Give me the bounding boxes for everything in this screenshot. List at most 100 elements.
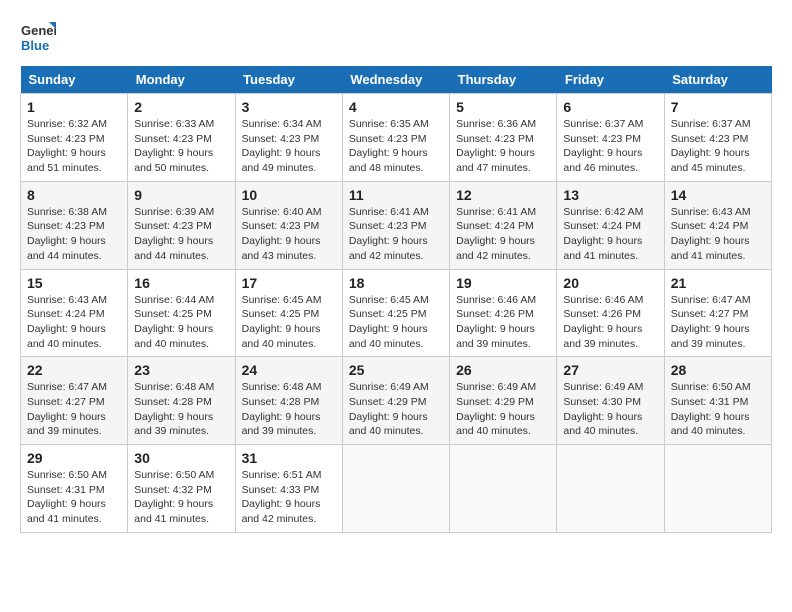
day-cell: 13 Sunrise: 6:42 AMSunset: 4:24 PMDaylig… xyxy=(557,181,664,269)
day-number: 24 xyxy=(242,362,336,378)
day-cell xyxy=(664,445,771,533)
day-cell: 23 Sunrise: 6:48 AMSunset: 4:28 PMDaylig… xyxy=(128,357,235,445)
day-number: 1 xyxy=(27,99,121,115)
day-number: 15 xyxy=(27,275,121,291)
day-info: Sunrise: 6:40 AMSunset: 4:23 PMDaylight:… xyxy=(242,206,322,262)
day-info: Sunrise: 6:49 AMSunset: 4:30 PMDaylight:… xyxy=(563,381,643,437)
header-saturday: Saturday xyxy=(664,66,771,94)
day-cell: 31 Sunrise: 6:51 AMSunset: 4:33 PMDaylig… xyxy=(235,445,342,533)
day-cell: 18 Sunrise: 6:45 AMSunset: 4:25 PMDaylig… xyxy=(342,269,449,357)
day-cell: 6 Sunrise: 6:37 AMSunset: 4:23 PMDayligh… xyxy=(557,94,664,182)
day-info: Sunrise: 6:34 AMSunset: 4:23 PMDaylight:… xyxy=(242,118,322,174)
day-info: Sunrise: 6:45 AMSunset: 4:25 PMDaylight:… xyxy=(242,294,322,350)
day-info: Sunrise: 6:36 AMSunset: 4:23 PMDaylight:… xyxy=(456,118,536,174)
day-number: 11 xyxy=(349,187,443,203)
day-info: Sunrise: 6:43 AMSunset: 4:24 PMDaylight:… xyxy=(27,294,107,350)
day-info: Sunrise: 6:32 AMSunset: 4:23 PMDaylight:… xyxy=(27,118,107,174)
day-info: Sunrise: 6:46 AMSunset: 4:26 PMDaylight:… xyxy=(456,294,536,350)
day-info: Sunrise: 6:50 AMSunset: 4:32 PMDaylight:… xyxy=(134,469,214,525)
day-number: 21 xyxy=(671,275,765,291)
day-info: Sunrise: 6:41 AMSunset: 4:24 PMDaylight:… xyxy=(456,206,536,262)
day-info: Sunrise: 6:48 AMSunset: 4:28 PMDaylight:… xyxy=(134,381,214,437)
header-thursday: Thursday xyxy=(450,66,557,94)
day-cell: 17 Sunrise: 6:45 AMSunset: 4:25 PMDaylig… xyxy=(235,269,342,357)
day-cell: 11 Sunrise: 6:41 AMSunset: 4:23 PMDaylig… xyxy=(342,181,449,269)
logo-svg: General Blue xyxy=(20,20,56,56)
day-cell: 8 Sunrise: 6:38 AMSunset: 4:23 PMDayligh… xyxy=(21,181,128,269)
day-number: 22 xyxy=(27,362,121,378)
day-cell: 28 Sunrise: 6:50 AMSunset: 4:31 PMDaylig… xyxy=(664,357,771,445)
day-cell: 24 Sunrise: 6:48 AMSunset: 4:28 PMDaylig… xyxy=(235,357,342,445)
calendar-table: SundayMondayTuesdayWednesdayThursdayFrid… xyxy=(20,66,772,533)
day-info: Sunrise: 6:37 AMSunset: 4:23 PMDaylight:… xyxy=(563,118,643,174)
day-cell: 26 Sunrise: 6:49 AMSunset: 4:29 PMDaylig… xyxy=(450,357,557,445)
day-number: 25 xyxy=(349,362,443,378)
week-row-4: 22 Sunrise: 6:47 AMSunset: 4:27 PMDaylig… xyxy=(21,357,772,445)
day-cell: 10 Sunrise: 6:40 AMSunset: 4:23 PMDaylig… xyxy=(235,181,342,269)
day-info: Sunrise: 6:43 AMSunset: 4:24 PMDaylight:… xyxy=(671,206,751,262)
page-header: General Blue xyxy=(20,20,772,56)
day-info: Sunrise: 6:46 AMSunset: 4:26 PMDaylight:… xyxy=(563,294,643,350)
day-info: Sunrise: 6:50 AMSunset: 4:31 PMDaylight:… xyxy=(27,469,107,525)
day-number: 26 xyxy=(456,362,550,378)
day-number: 8 xyxy=(27,187,121,203)
day-number: 20 xyxy=(563,275,657,291)
day-number: 31 xyxy=(242,450,336,466)
day-number: 16 xyxy=(134,275,228,291)
day-cell: 15 Sunrise: 6:43 AMSunset: 4:24 PMDaylig… xyxy=(21,269,128,357)
day-cell: 7 Sunrise: 6:37 AMSunset: 4:23 PMDayligh… xyxy=(664,94,771,182)
day-info: Sunrise: 6:49 AMSunset: 4:29 PMDaylight:… xyxy=(349,381,429,437)
day-cell: 22 Sunrise: 6:47 AMSunset: 4:27 PMDaylig… xyxy=(21,357,128,445)
day-cell: 20 Sunrise: 6:46 AMSunset: 4:26 PMDaylig… xyxy=(557,269,664,357)
day-cell: 16 Sunrise: 6:44 AMSunset: 4:25 PMDaylig… xyxy=(128,269,235,357)
day-cell xyxy=(450,445,557,533)
day-cell: 1 Sunrise: 6:32 AMSunset: 4:23 PMDayligh… xyxy=(21,94,128,182)
day-number: 10 xyxy=(242,187,336,203)
day-number: 27 xyxy=(563,362,657,378)
day-number: 13 xyxy=(563,187,657,203)
header-friday: Friday xyxy=(557,66,664,94)
header-wednesday: Wednesday xyxy=(342,66,449,94)
day-info: Sunrise: 6:51 AMSunset: 4:33 PMDaylight:… xyxy=(242,469,322,525)
day-cell: 9 Sunrise: 6:39 AMSunset: 4:23 PMDayligh… xyxy=(128,181,235,269)
week-row-3: 15 Sunrise: 6:43 AMSunset: 4:24 PMDaylig… xyxy=(21,269,772,357)
day-number: 6 xyxy=(563,99,657,115)
day-info: Sunrise: 6:37 AMSunset: 4:23 PMDaylight:… xyxy=(671,118,751,174)
day-info: Sunrise: 6:41 AMSunset: 4:23 PMDaylight:… xyxy=(349,206,429,262)
day-number: 12 xyxy=(456,187,550,203)
calendar-header-row: SundayMondayTuesdayWednesdayThursdayFrid… xyxy=(21,66,772,94)
logo: General Blue xyxy=(20,20,56,56)
day-number: 9 xyxy=(134,187,228,203)
day-cell: 4 Sunrise: 6:35 AMSunset: 4:23 PMDayligh… xyxy=(342,94,449,182)
day-cell: 14 Sunrise: 6:43 AMSunset: 4:24 PMDaylig… xyxy=(664,181,771,269)
day-number: 30 xyxy=(134,450,228,466)
day-info: Sunrise: 6:50 AMSunset: 4:31 PMDaylight:… xyxy=(671,381,751,437)
day-number: 4 xyxy=(349,99,443,115)
header-monday: Monday xyxy=(128,66,235,94)
day-cell: 19 Sunrise: 6:46 AMSunset: 4:26 PMDaylig… xyxy=(450,269,557,357)
day-number: 3 xyxy=(242,99,336,115)
day-cell: 21 Sunrise: 6:47 AMSunset: 4:27 PMDaylig… xyxy=(664,269,771,357)
day-info: Sunrise: 6:47 AMSunset: 4:27 PMDaylight:… xyxy=(671,294,751,350)
day-info: Sunrise: 6:45 AMSunset: 4:25 PMDaylight:… xyxy=(349,294,429,350)
day-number: 29 xyxy=(27,450,121,466)
header-tuesday: Tuesday xyxy=(235,66,342,94)
day-info: Sunrise: 6:44 AMSunset: 4:25 PMDaylight:… xyxy=(134,294,214,350)
svg-text:General: General xyxy=(21,23,56,38)
day-info: Sunrise: 6:35 AMSunset: 4:23 PMDaylight:… xyxy=(349,118,429,174)
header-sunday: Sunday xyxy=(21,66,128,94)
day-cell: 29 Sunrise: 6:50 AMSunset: 4:31 PMDaylig… xyxy=(21,445,128,533)
day-number: 19 xyxy=(456,275,550,291)
day-cell: 12 Sunrise: 6:41 AMSunset: 4:24 PMDaylig… xyxy=(450,181,557,269)
day-cell: 5 Sunrise: 6:36 AMSunset: 4:23 PMDayligh… xyxy=(450,94,557,182)
day-cell xyxy=(342,445,449,533)
week-row-2: 8 Sunrise: 6:38 AMSunset: 4:23 PMDayligh… xyxy=(21,181,772,269)
day-info: Sunrise: 6:38 AMSunset: 4:23 PMDaylight:… xyxy=(27,206,107,262)
day-number: 23 xyxy=(134,362,228,378)
day-info: Sunrise: 6:47 AMSunset: 4:27 PMDaylight:… xyxy=(27,381,107,437)
day-info: Sunrise: 6:49 AMSunset: 4:29 PMDaylight:… xyxy=(456,381,536,437)
day-number: 18 xyxy=(349,275,443,291)
day-number: 17 xyxy=(242,275,336,291)
day-cell: 25 Sunrise: 6:49 AMSunset: 4:29 PMDaylig… xyxy=(342,357,449,445)
week-row-1: 1 Sunrise: 6:32 AMSunset: 4:23 PMDayligh… xyxy=(21,94,772,182)
